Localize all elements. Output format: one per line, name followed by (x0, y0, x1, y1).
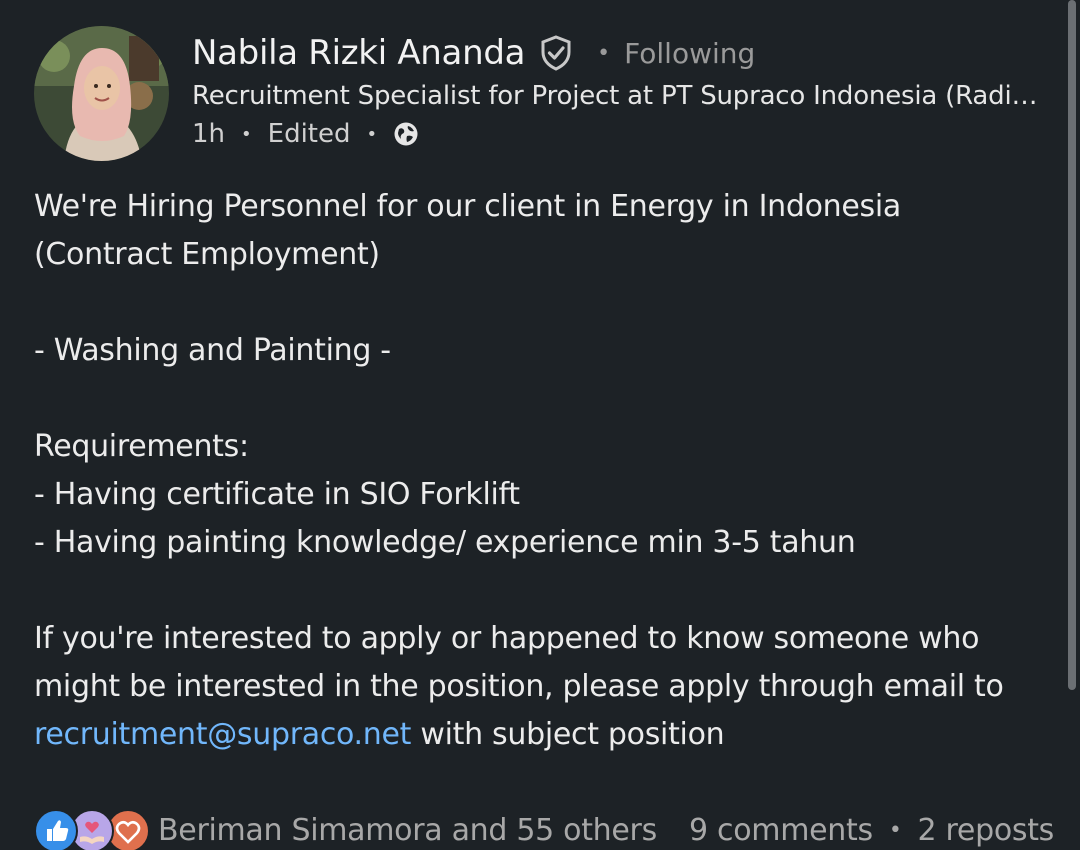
author-name-row: Nabila Rizki Ananda • Following (192, 28, 1052, 78)
post-meta: 1h • Edited • (192, 116, 1052, 152)
post-closing: If you're interested to apply or happene… (34, 615, 1044, 759)
requirements-heading: Requirements: (34, 429, 249, 464)
separator-dot: • (366, 123, 378, 145)
verified-shield-icon (537, 34, 575, 72)
post-position: - Washing and Painting - (34, 333, 391, 368)
separator-dot: • (241, 123, 252, 145)
following-status[interactable]: Following (624, 37, 755, 70)
reaction-icons[interactable] (34, 807, 150, 850)
like-icon (34, 809, 78, 850)
post-header: Nabila Rizki Ananda • Following Recruitm… (192, 28, 1052, 152)
post-time: 1h (192, 119, 226, 149)
globe-icon (393, 121, 419, 147)
scrollbar[interactable] (1068, 0, 1076, 690)
reposts-count[interactable]: 2 reposts (918, 813, 1055, 848)
comments-count[interactable]: 9 comments (689, 813, 873, 848)
separator-dot: • (597, 40, 611, 66)
email-link[interactable]: recruitment@supraco.net (34, 717, 411, 752)
post-body: We're Hiring Personnel for our client in… (34, 183, 1044, 759)
social-counts: Beriman Simamora and 55 others 9 comment… (34, 805, 1054, 850)
closing-text: If you're interested to apply or happene… (34, 621, 1004, 704)
closing-suffix: with subject position (411, 717, 725, 752)
requirement-item: - Having painting knowledge/ experience … (34, 525, 856, 560)
author-headline: Recruitment Specialist for Project at PT… (192, 81, 1052, 111)
author-name[interactable]: Nabila Rizki Ananda (192, 33, 525, 73)
post-intro: We're Hiring Personnel for our client in… (34, 189, 901, 272)
requirement-item: - Having certificate in SIO Forklift (34, 477, 520, 512)
author-avatar[interactable] (34, 26, 169, 161)
feed-post: Nabila Rizki Ananda • Following Recruitm… (0, 0, 1080, 850)
reactions-summary[interactable]: Beriman Simamora and 55 others (158, 813, 657, 848)
edited-label: Edited (267, 119, 351, 149)
separator-dot: • (888, 817, 902, 843)
